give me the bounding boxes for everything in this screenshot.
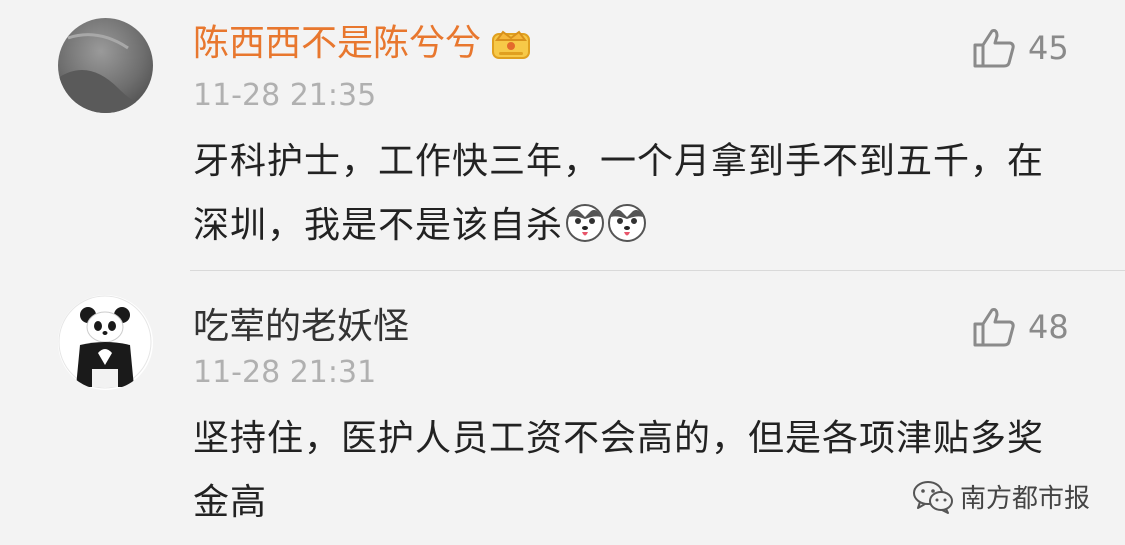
username[interactable]: 吃荤的老妖怪 <box>193 305 409 349</box>
comment-text: 坚持住，医护人员工资不会高的，但是各项津贴多奖金高 <box>193 418 1045 523</box>
crown-icon <box>489 22 533 62</box>
thumbs-up-icon <box>972 27 1016 69</box>
comment-text: 牙科护士，工作快三年，一个月拿到手不到五千，在深圳，我是不是该自杀 <box>193 141 1045 246</box>
like-button[interactable]: 45 <box>972 26 1069 70</box>
divider <box>190 270 1125 271</box>
thumbs-up-icon <box>972 306 1016 348</box>
husky-emoji-icon <box>607 200 647 242</box>
username[interactable]: 陈西西不是陈兮兮 <box>193 22 533 66</box>
avatar[interactable] <box>58 18 153 113</box>
avatar[interactable] <box>58 295 153 390</box>
watermark: 南方都市报 <box>912 478 1090 515</box>
comment-item: 陈西西不是陈兮兮 11-28 21:35 45 牙科护士，工作快三年，一个月拿到… <box>0 0 1125 270</box>
like-button[interactable]: 48 <box>972 305 1069 349</box>
timestamp: 11-28 21:35 <box>193 78 377 113</box>
watermark-label: 南方都市报 <box>959 484 1090 514</box>
husky-emoji-icon <box>565 200 605 242</box>
wechat-icon <box>912 479 954 515</box>
like-count: 45 <box>1028 29 1069 67</box>
like-count: 48 <box>1028 308 1069 346</box>
timestamp: 11-28 21:31 <box>193 355 377 390</box>
